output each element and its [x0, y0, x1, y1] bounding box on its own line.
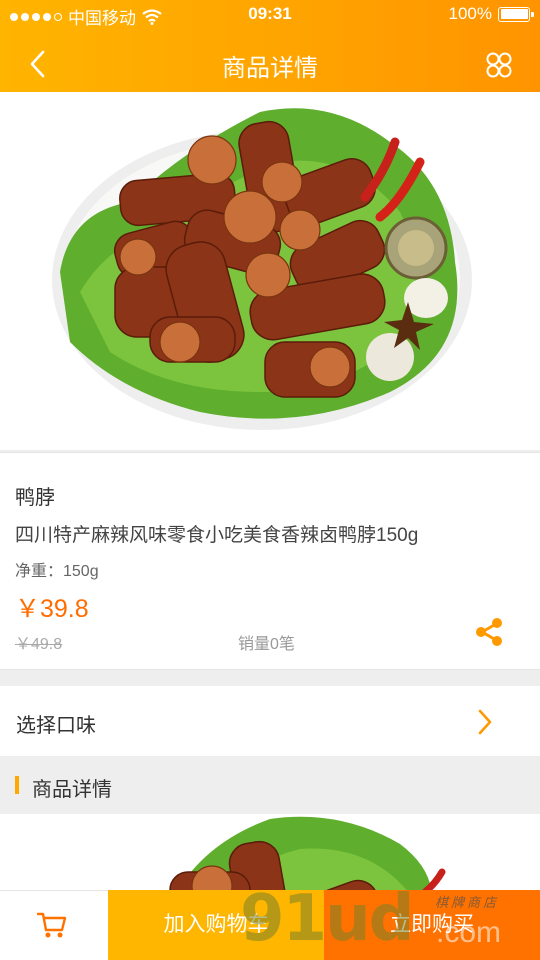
product-info-card: 鸭脖 四川特产麻辣风味零食小吃美食香辣卤鸭脖150g 净重：150g ￥39.8…: [0, 452, 540, 670]
product-image[interactable]: [0, 92, 540, 450]
header: 中国移动 09:31 100% 商品详情: [0, 0, 540, 92]
battery-icon: [498, 6, 534, 22]
product-description: 四川特产麻辣风味零食小吃美食香辣卤鸭脖150g: [15, 525, 419, 546]
share-icon[interactable]: [473, 616, 505, 648]
cart-icon: [36, 912, 67, 938]
section-accent-bar: [15, 776, 19, 794]
cart-button[interactable]: [0, 890, 108, 960]
flavor-selector[interactable]: 选择口味: [0, 686, 540, 756]
buy-now-button[interactable]: 立即购买: [324, 890, 540, 960]
flavor-selector-label: 选择口味: [16, 715, 96, 737]
product-name: 鸭脖: [15, 487, 55, 509]
add-to-cart-button[interactable]: 加入购物车: [108, 890, 324, 960]
section-title: 商品详情: [32, 779, 112, 801]
original-price: ￥49.8: [15, 636, 63, 653]
grid-icon[interactable]: [484, 50, 514, 80]
battery-status: 100%: [448, 4, 534, 24]
duck-neck-photo: [52, 108, 472, 430]
chevron-right-icon: [478, 709, 492, 735]
product-price: ￥39.8: [15, 595, 89, 623]
sales-count: 销量0笔: [238, 636, 295, 653]
product-weight: 净重：150g: [15, 563, 99, 580]
battery-percent: 100%: [448, 4, 492, 23]
page-title: 商品详情: [222, 55, 318, 82]
status-bar: 中国移动 09:31 100%: [0, 0, 540, 28]
nav-bar: 商品详情: [0, 36, 540, 92]
product-detail-page: 中国移动 09:31 100% 商品详情 鸭脖 四川特产麻辣风味零食小吃美食香辣…: [0, 0, 540, 960]
bottom-action-bar: 加入购物车 立即购买: [0, 890, 540, 960]
detail-section-header: 商品详情: [0, 756, 540, 814]
